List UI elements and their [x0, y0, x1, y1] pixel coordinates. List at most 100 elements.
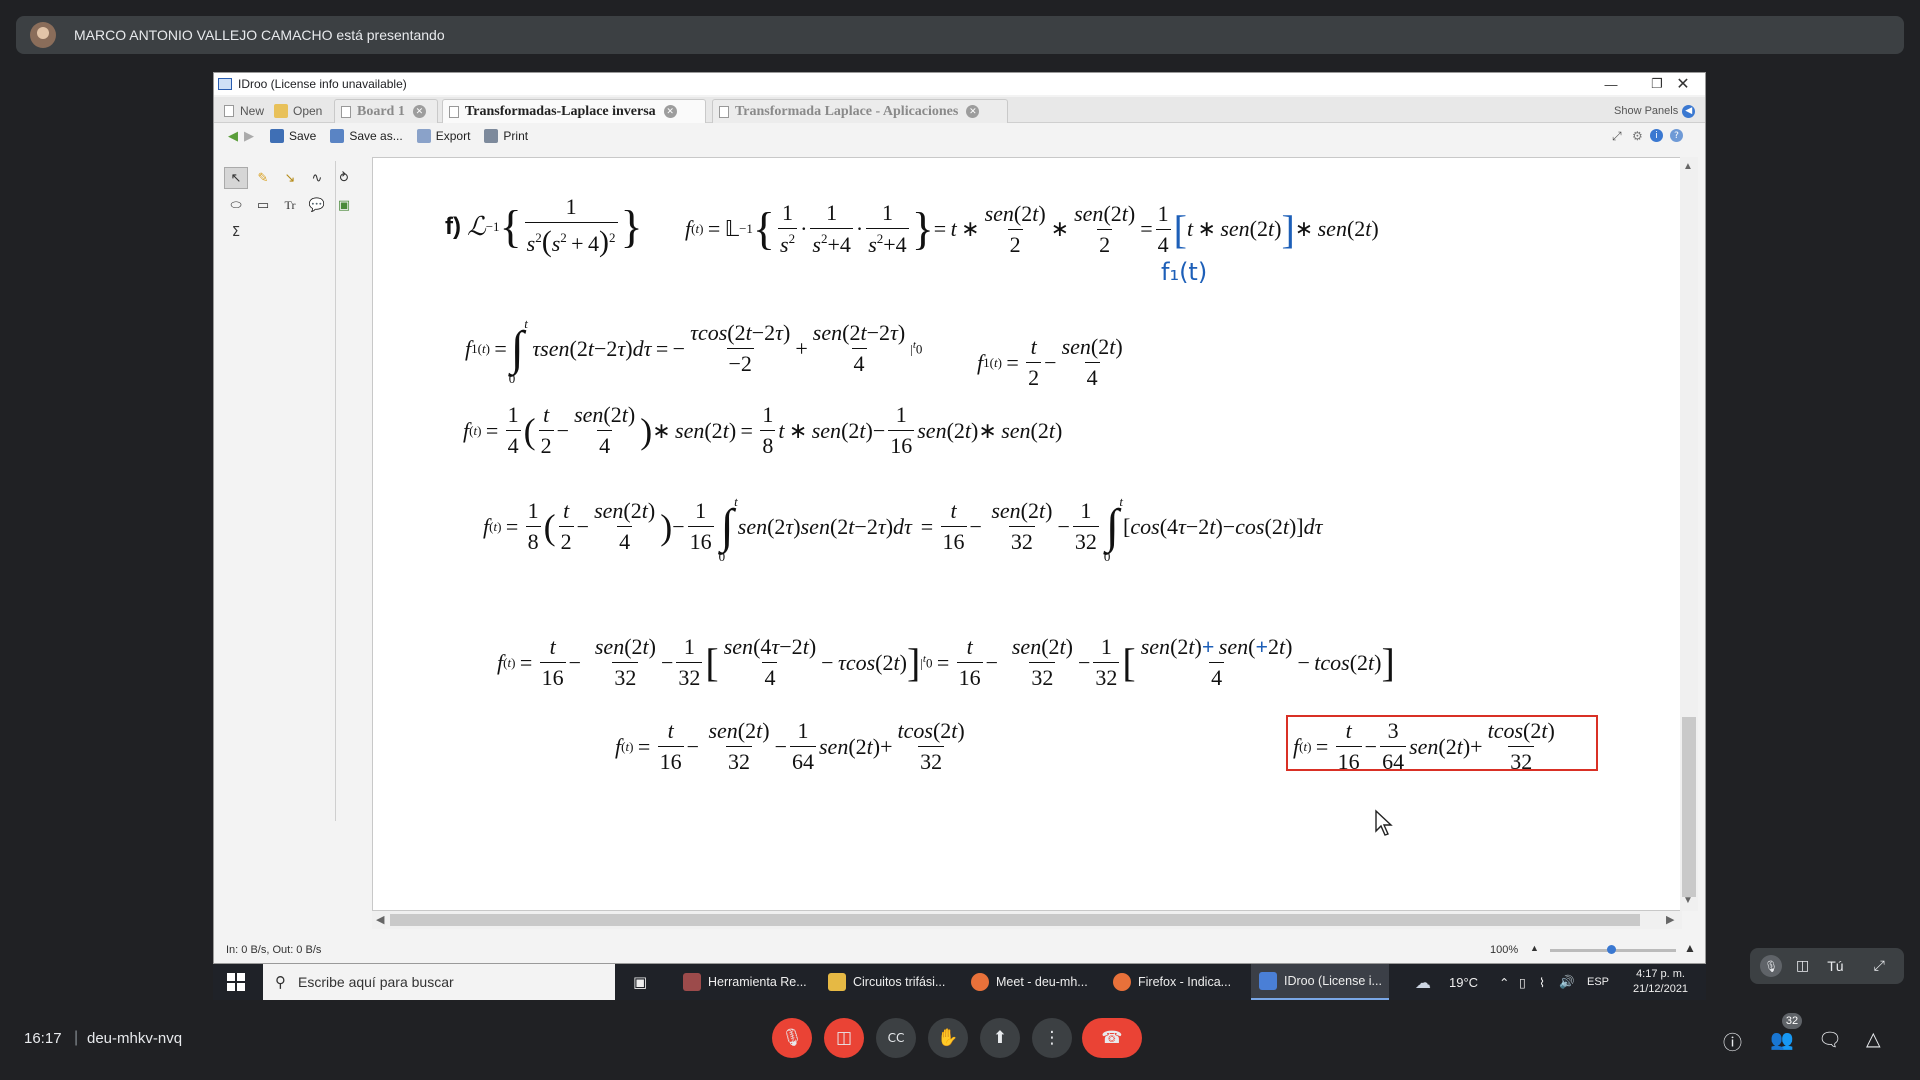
input-language[interactable]: ESP [1587, 964, 1609, 1000]
clock-date: 21/12/2021 [1633, 983, 1689, 995]
print-button[interactable]: Print [484, 129, 528, 143]
firefox-icon [1113, 973, 1131, 991]
text-tool-icon[interactable]: Tr [278, 194, 302, 216]
horizontal-scrollbar[interactable]: ◀ ▶ [372, 911, 1682, 929]
forward-icon[interactable]: ▶ [244, 128, 254, 144]
leave-call-button[interactable]: ☎ [1082, 1018, 1142, 1058]
present-button[interactable]: ⬆ [980, 1018, 1020, 1058]
taskbar-app-3[interactable]: Meet - deu-mh... [971, 964, 1088, 1000]
help-icon[interactable]: ? [1670, 129, 1683, 142]
chat-icon[interactable]: 🗨 [1818, 1028, 1842, 1051]
comment-tool-icon[interactable]: 💬 [305, 194, 329, 216]
scroll-right-icon[interactable]: ▶ [1666, 913, 1674, 926]
open-button[interactable]: Open [268, 99, 328, 123]
camera-toggle-button[interactable]: ◫ [824, 1018, 864, 1058]
tab-transformadas-laplace-inversa[interactable]: Transformadas-Laplace inversa ✕ [442, 99, 706, 123]
zoom-in-icon[interactable]: ▲ [1684, 941, 1696, 955]
mic-off-icon: 🎙 [781, 1028, 803, 1048]
meeting-code: deu-mhkv-nvq [87, 1030, 183, 1047]
weather-temperature[interactable]: 19°C [1449, 964, 1478, 1000]
tab-close-icon[interactable]: ✕ [966, 105, 980, 118]
taskbar-app-1[interactable]: Herramienta Re... [683, 964, 807, 1000]
mic-off-icon: 🎙 [1760, 955, 1782, 977]
end-call-icon: ☎ [1101, 1028, 1123, 1048]
whiteboard-canvas[interactable]: f) ℒ −1 { 1 s2(s2 + 4)2 } f (t) = 𝕃 −1{ 1 s2 ·… [372, 157, 1682, 911]
weather-cloud-icon: ☁ [1415, 972, 1431, 992]
tab-label: Board 1 [357, 103, 405, 119]
minimize-icon[interactable]: — [1588, 73, 1634, 95]
image-tool-icon[interactable]: ▣ [332, 194, 356, 216]
captions-button[interactable]: CC [876, 1018, 916, 1058]
taskbar-clock[interactable]: 4:17 p. m. 21/12/2021 [1633, 964, 1688, 1000]
equation-tool-icon[interactable]: Σ [224, 221, 248, 243]
show-panels-button[interactable]: Show Panels ◀ [1608, 99, 1701, 123]
taskbar-app-4[interactable]: Firefox - Indica... [1113, 964, 1231, 1000]
settings-icon[interactable]: ⚙ [1632, 129, 1643, 143]
more-options-button[interactable]: ⋮ [1032, 1018, 1072, 1058]
info-icon[interactable]: i [1650, 129, 1663, 142]
volume-icon[interactable]: 🔊 [1559, 964, 1575, 1000]
save-as-label: Save as... [349, 129, 403, 143]
taskbar-app-5[interactable]: IDroo (License i... [1251, 964, 1389, 1000]
export-button[interactable]: Export [416, 129, 470, 143]
save-button[interactable]: Save [270, 129, 316, 143]
vertical-scroll-thumb[interactable] [1682, 717, 1696, 897]
people-icon[interactable]: 👥 [1770, 1028, 1794, 1051]
windows-taskbar: ⚲ Escribe aquí para buscar ▣ Herramienta… [213, 964, 1706, 1000]
taskbar-search[interactable]: ⚲ Escribe aquí para buscar [263, 964, 615, 1000]
close-icon[interactable]: ✕ [1660, 73, 1705, 95]
curve-tool-icon[interactable]: ∿ [305, 167, 329, 189]
vertical-scrollbar[interactable]: ▲ ▼ [1680, 157, 1698, 911]
rectangle-tool-icon[interactable]: ▭ [251, 194, 275, 216]
raise-hand-button[interactable]: ✋ [928, 1018, 968, 1058]
scroll-left-icon[interactable]: ◀ [376, 913, 384, 926]
fullscreen-icon[interactable]: ⤢ [1612, 129, 1622, 144]
hand-icon: ✋ [937, 1028, 959, 1048]
tab-label: Transformadas-Laplace inversa [465, 103, 656, 119]
save-as-button[interactable]: Save as... [330, 129, 403, 143]
equation-f1-convolution: f 1(t) = ∫ t 0 τsen (2 t −2 τ) dτ = − τcos(2t−2τ… [465, 315, 923, 386]
mouse-cursor-icon [1375, 809, 1393, 836]
taskbar-app-2[interactable]: Circuitos trifási... [828, 964, 945, 1000]
scroll-up-icon[interactable]: ▲ [1683, 161, 1693, 172]
camera-off-icon: ◫ [835, 1028, 853, 1048]
printer-icon [484, 129, 499, 143]
arrow-icon: ◀ [1682, 104, 1696, 118]
expand-icon[interactable]: ⤢ [1874, 958, 1885, 974]
tool-palette: ↖ ✎ ↘ ∿ ⥁ ⬭ ▭ Tr 💬 ▣ Σ [220, 161, 350, 821]
tab-board-1[interactable]: Board 1 ✕ [334, 99, 438, 123]
more-vert-icon: ⋮ [1043, 1028, 1061, 1048]
mic-toggle-button[interactable]: 🎙 [772, 1018, 812, 1058]
eraser-tool-icon[interactable]: ⥁ [332, 167, 356, 189]
scroll-down-icon[interactable]: ▼ [1683, 895, 1693, 906]
taskbar-app-label: Meet - deu-mh... [996, 975, 1088, 989]
select-tool-icon[interactable]: ↖ [224, 167, 248, 189]
tab-transformada-laplace-aplicaciones[interactable]: Transformada Laplace - Aplicaciones ✕ [712, 99, 1008, 123]
back-icon[interactable]: ◀ [228, 128, 238, 144]
tab-close-icon[interactable]: ✕ [663, 105, 677, 118]
idroo-icon [1259, 972, 1277, 990]
zoom-slider-thumb[interactable] [1607, 945, 1616, 954]
zoom-out-icon[interactable]: ▲ [1530, 943, 1539, 953]
battery-icon[interactable]: ▯ [1519, 964, 1526, 1000]
tab-close-icon[interactable]: ✕ [412, 105, 426, 118]
task-view-icon[interactable]: ▣ [633, 964, 647, 1000]
windows-start-icon[interactable] [227, 973, 245, 991]
new-button[interactable]: New [218, 99, 270, 123]
meeting-details-icon[interactable]: ⓘ [1723, 1028, 1742, 1055]
save-as-icon [330, 129, 345, 143]
separator: | [74, 1029, 79, 1046]
activities-icon[interactable]: △ [1866, 1028, 1881, 1050]
ellipse-tool-icon[interactable]: ⬭ [224, 194, 248, 216]
zoom-level: 100% [1490, 944, 1519, 956]
network-status: In: 0 B/s, Out: 0 B/s [226, 944, 322, 956]
self-view-tile[interactable]: 🎙 ◫ Tú ⤢ [1750, 948, 1904, 984]
horizontal-scroll-thumb[interactable] [390, 914, 1640, 926]
pencil-tool-icon[interactable]: ✎ [251, 167, 275, 189]
highlighter-tool-icon[interactable]: ↘ [278, 167, 302, 189]
taskbar-app-label: Herramienta Re... [708, 975, 807, 989]
chevron-up-icon[interactable]: ⌃ [1499, 964, 1509, 1000]
status-bar: In: 0 B/s, Out: 0 B/s 100% ▲ ▲ [214, 939, 1705, 961]
tab-bar: New Open Board 1 ✕ Transformadas-Laplace … [214, 97, 1705, 123]
wifi-icon[interactable]: ⌇ [1539, 964, 1545, 1000]
